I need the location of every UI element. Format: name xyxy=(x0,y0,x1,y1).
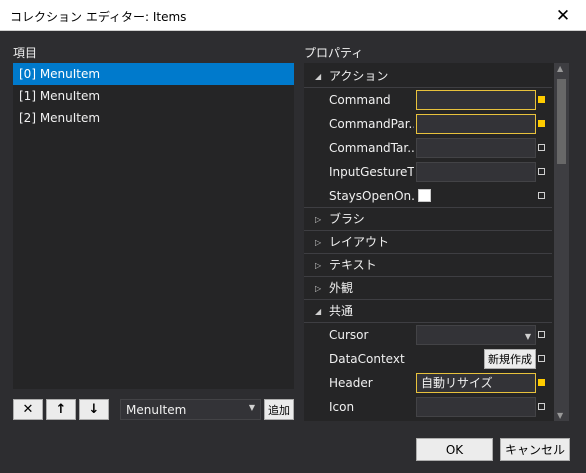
list-item[interactable]: [2] MenuItem xyxy=(13,107,294,129)
list-item[interactable]: [1] MenuItem xyxy=(13,85,294,107)
scroll-thumb[interactable] xyxy=(557,79,566,164)
properties-label: プロパティ xyxy=(304,46,364,60)
property-row: StaysOpenOn... xyxy=(304,184,552,208)
category-layout[interactable]: ▷ レイアウト xyxy=(304,231,552,254)
property-row: Icon xyxy=(304,395,552,419)
property-name: Header xyxy=(329,376,373,390)
property-name: Command xyxy=(329,93,391,107)
ok-button[interactable]: OK xyxy=(416,438,493,461)
category-brush[interactable]: ▷ ブラシ xyxy=(304,208,552,231)
collapse-icon: ◢ xyxy=(315,72,322,81)
chevron-down-icon: ▼ xyxy=(248,403,255,412)
items-label: 項目 xyxy=(13,46,38,60)
scroll-down-icon[interactable]: ▼ xyxy=(557,411,563,420)
category-common[interactable]: ◢ 共通 xyxy=(304,300,552,323)
property-name: CommandPar... xyxy=(329,117,414,131)
items-list[interactable]: [0] MenuItem [1] MenuItem [2] MenuItem xyxy=(13,63,294,389)
property-name: StaysOpenOn... xyxy=(329,189,414,203)
property-marker-icon[interactable] xyxy=(538,331,545,338)
property-row: Header 自動リサイズ xyxy=(304,371,552,395)
property-row: Cursor ▼ xyxy=(304,323,552,347)
category-label: 外観 xyxy=(329,281,354,295)
property-row: DataContext 新規作成 xyxy=(304,347,552,371)
category-label: アクション xyxy=(329,69,389,83)
property-grid: ◢ アクション Command CommandPar... CommandTar… xyxy=(304,63,569,421)
cancel-button[interactable]: キャンセル xyxy=(500,438,570,461)
command-parameter-field[interactable] xyxy=(416,114,536,134)
cursor-select[interactable]: ▼ xyxy=(416,325,536,345)
category-label: 共通 xyxy=(329,304,354,318)
expand-icon: ▷ xyxy=(315,284,322,293)
command-field[interactable] xyxy=(416,90,536,110)
header-field[interactable]: 自動リサイズ xyxy=(416,373,536,393)
category-label: レイアウト xyxy=(329,235,390,249)
expand-icon: ▷ xyxy=(315,238,322,247)
property-row: CommandPar... xyxy=(304,112,552,136)
stays-open-checkbox[interactable] xyxy=(418,189,431,202)
command-target-field[interactable] xyxy=(416,138,536,158)
icon-field[interactable] xyxy=(416,397,536,417)
close-icon[interactable]: ✕ xyxy=(540,0,586,31)
property-scrollbar[interactable]: ▲ ▼ xyxy=(554,63,569,421)
property-marker-icon[interactable] xyxy=(538,144,545,151)
input-gesture-text-field[interactable] xyxy=(416,162,536,182)
item-type-select[interactable]: MenuItem ▼ xyxy=(120,399,261,420)
property-marker-icon[interactable] xyxy=(538,192,545,199)
property-marker-icon[interactable] xyxy=(538,168,545,175)
property-name: Icon xyxy=(329,400,355,414)
property-row: Command xyxy=(304,88,552,112)
title-bar: コレクション エディター: Items ✕ xyxy=(0,0,586,31)
category-appearance[interactable]: ▷ 外観 xyxy=(304,277,552,300)
property-marker-icon[interactable] xyxy=(538,379,545,386)
property-row: InputGestureT... xyxy=(304,160,552,184)
property-row: CommandTar... xyxy=(304,136,552,160)
list-item[interactable]: [0] MenuItem xyxy=(13,63,294,85)
move-down-button[interactable]: ↓ xyxy=(79,399,109,420)
move-up-button[interactable]: ↑ xyxy=(46,399,76,420)
expand-icon: ▷ xyxy=(315,215,322,224)
expand-icon: ▷ xyxy=(315,261,322,270)
property-name: Cursor xyxy=(329,328,369,342)
delete-item-button[interactable]: ✕ xyxy=(13,399,43,420)
category-action[interactable]: ◢ アクション xyxy=(304,65,552,88)
item-type-value: MenuItem xyxy=(126,402,187,417)
window-title: コレクション エディター: Items xyxy=(10,10,187,24)
property-name: CommandTar... xyxy=(329,141,414,155)
new-datacontext-button[interactable]: 新規作成 xyxy=(484,349,536,369)
property-name: DataContext xyxy=(329,352,405,366)
property-marker-icon[interactable] xyxy=(538,355,545,362)
chevron-down-icon: ▼ xyxy=(524,332,531,341)
property-name: InputGestureT... xyxy=(329,165,414,179)
property-marker-icon[interactable] xyxy=(538,120,545,127)
collapse-icon: ◢ xyxy=(315,307,322,316)
property-marker-icon[interactable] xyxy=(538,403,545,410)
category-text[interactable]: ▷ テキスト xyxy=(304,254,552,277)
scroll-up-icon[interactable]: ▲ xyxy=(557,64,563,73)
category-label: テキスト xyxy=(329,258,377,272)
category-label: ブラシ xyxy=(329,212,365,226)
property-marker-icon[interactable] xyxy=(538,96,545,103)
add-item-button[interactable]: 追加 xyxy=(264,399,294,420)
